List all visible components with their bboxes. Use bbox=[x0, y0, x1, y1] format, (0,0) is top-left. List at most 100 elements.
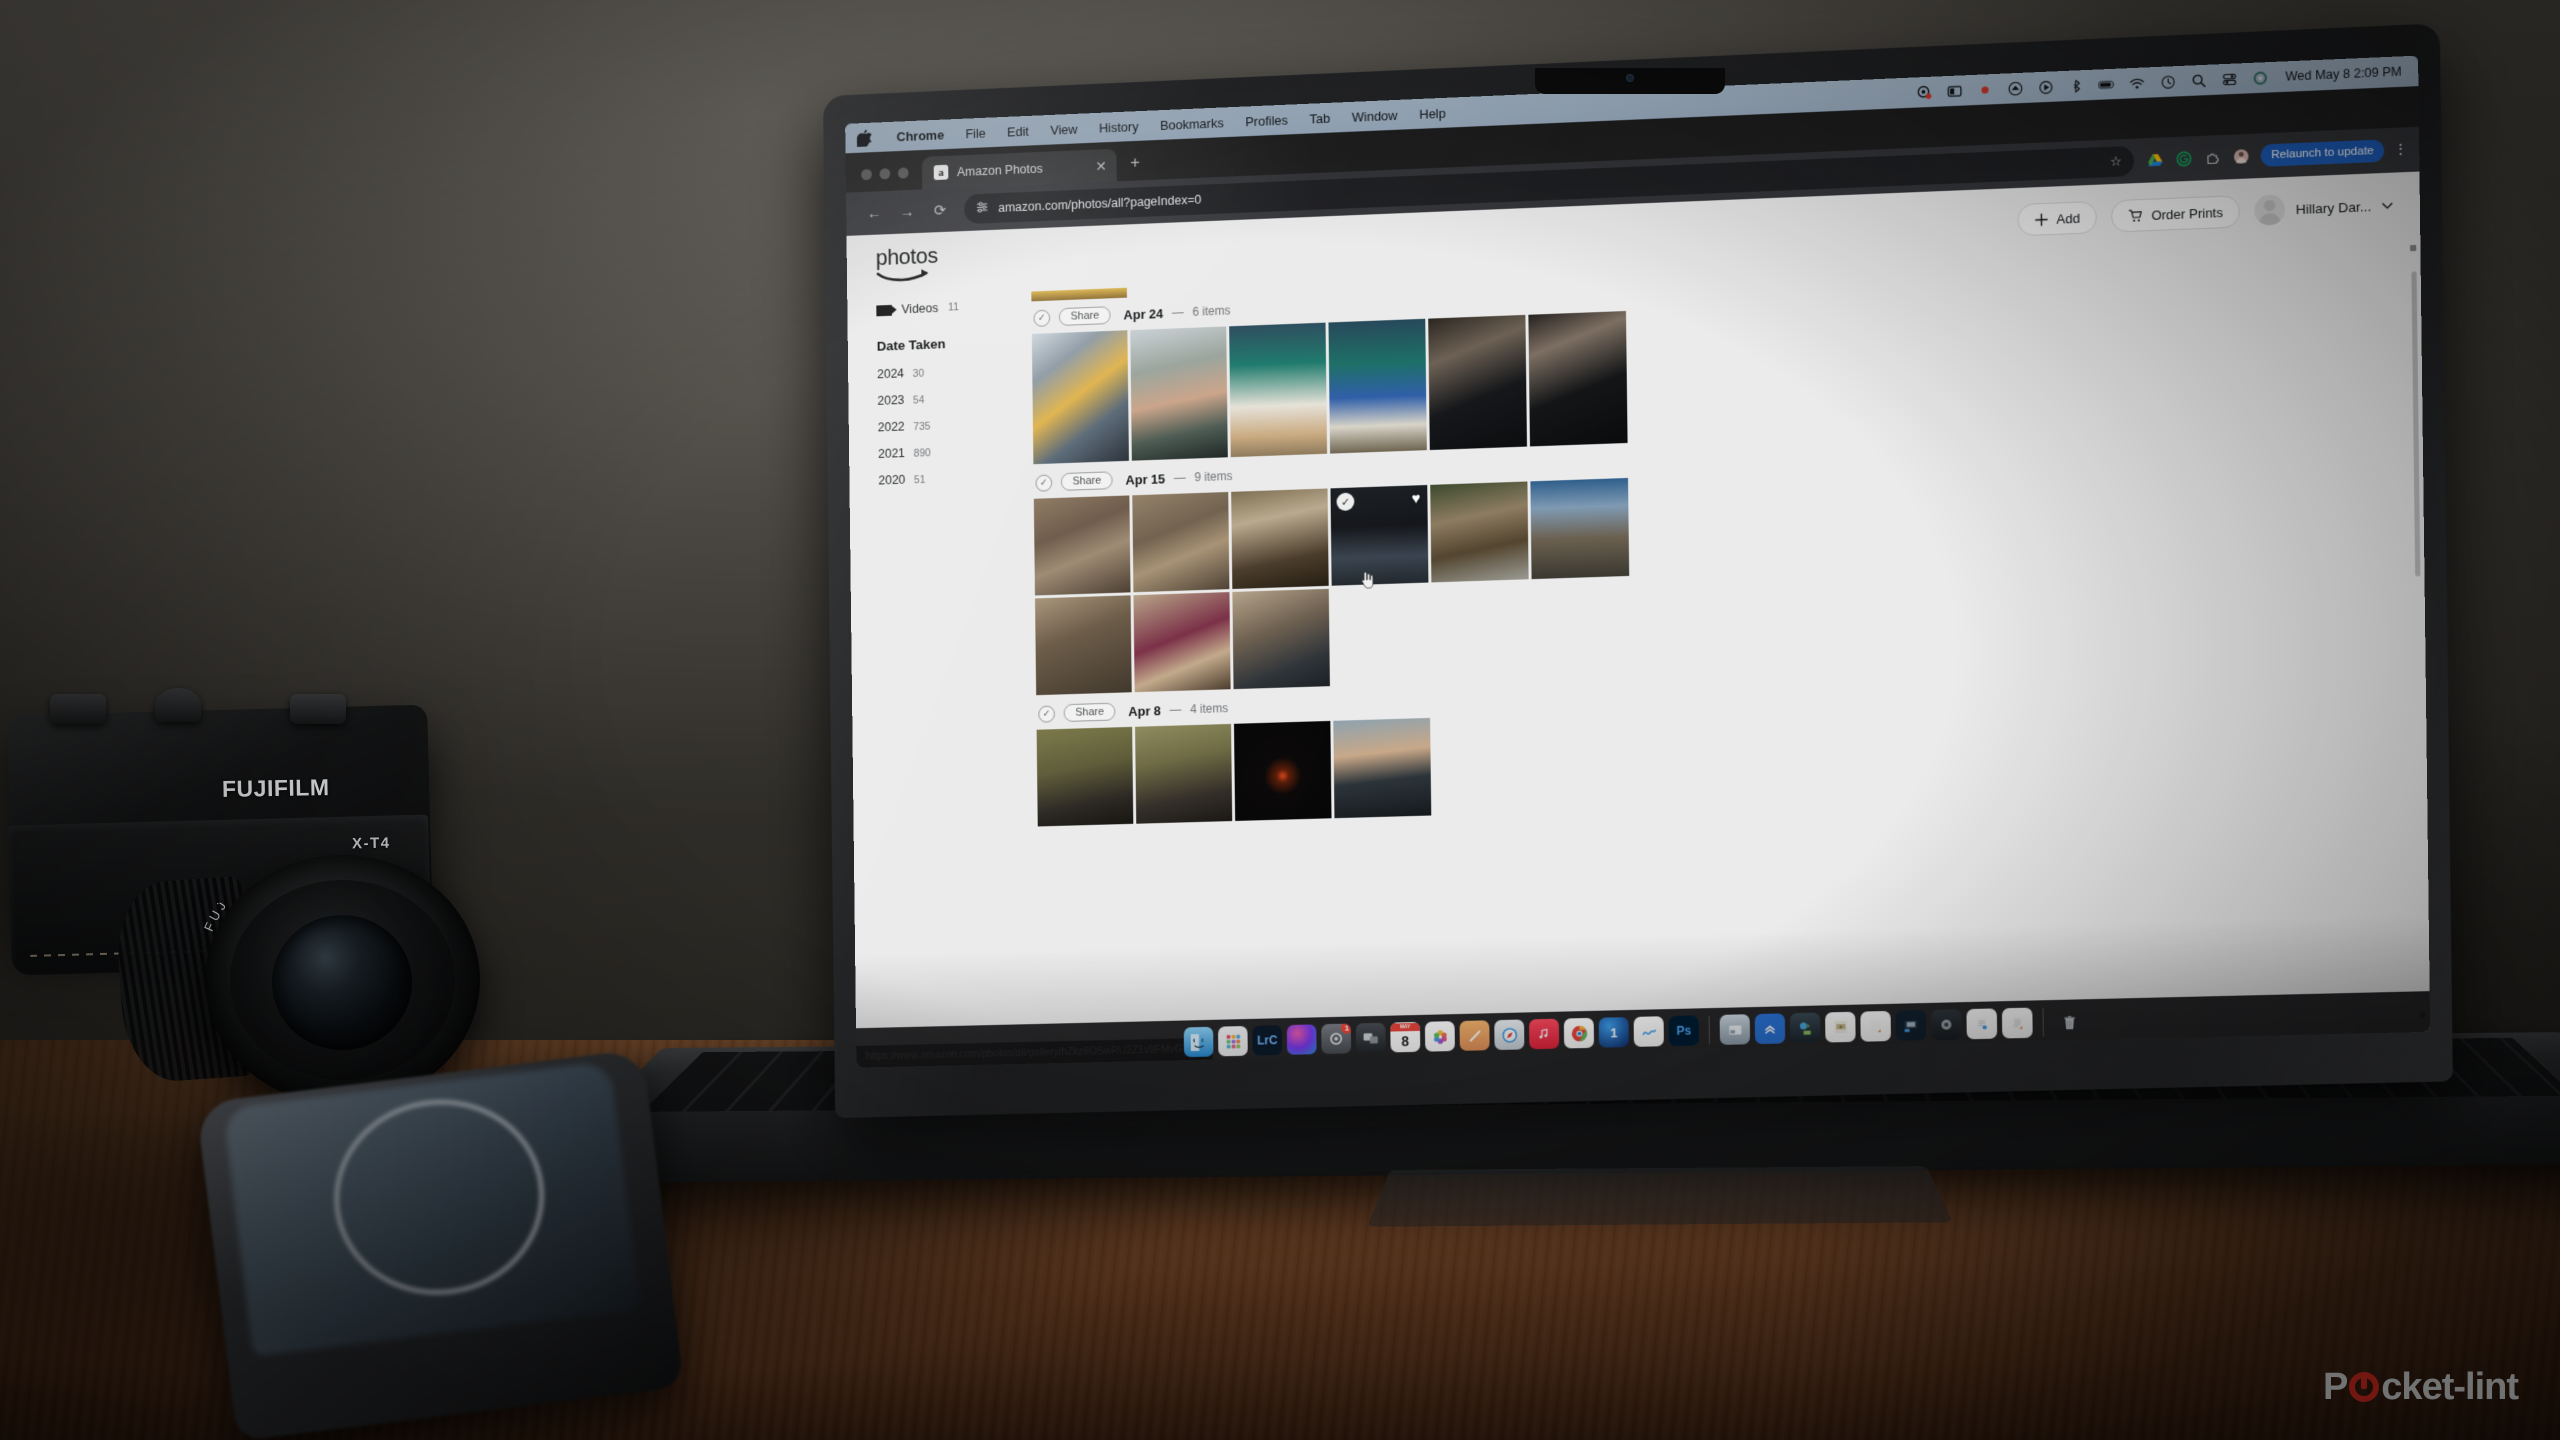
eclipse-sun-photo[interactable] bbox=[1233, 720, 1332, 821]
trash-icon[interactable] bbox=[2054, 1006, 2085, 1037]
boy-eclipse-glasses-photo[interactable] bbox=[1333, 717, 1432, 819]
order-prints-button[interactable]: Order Prints bbox=[2111, 195, 2241, 233]
wifi-icon[interactable] bbox=[2129, 74, 2147, 92]
eclipse-viewers-photo[interactable] bbox=[1036, 726, 1134, 827]
launchpad-icon[interactable] bbox=[1218, 1025, 1248, 1057]
screen-mirroring-icon[interactable] bbox=[1946, 82, 1963, 100]
close-window-button[interactable] bbox=[861, 168, 872, 181]
woods-stream-photo[interactable] bbox=[1035, 595, 1132, 696]
document-pages-icon[interactable] bbox=[1966, 1008, 1998, 1040]
laptop-trackpad[interactable] bbox=[1367, 1166, 1953, 1227]
eclipse-viewers-2-photo[interactable] bbox=[1135, 723, 1233, 824]
app-folder-icon[interactable] bbox=[1931, 1009, 1962, 1041]
safari-icon[interactable] bbox=[1494, 1019, 1525, 1051]
toddler-creek-2-photo[interactable] bbox=[1132, 491, 1230, 593]
favorite-heart-icon[interactable]: ♥ bbox=[1412, 490, 1421, 507]
google-drive-icon[interactable] bbox=[2146, 151, 2165, 170]
minimize-window-button[interactable] bbox=[879, 168, 891, 180]
new-tab-button[interactable]: + bbox=[1116, 152, 1151, 181]
boy-mural-2-photo[interactable] bbox=[1328, 318, 1427, 454]
zoom-window-button[interactable] bbox=[897, 167, 909, 179]
document-blank-icon[interactable] bbox=[1860, 1010, 1891, 1042]
reload-button[interactable]: ⟳ bbox=[923, 195, 956, 226]
site-settings-icon[interactable] bbox=[976, 200, 989, 216]
now-playing-icon[interactable] bbox=[2037, 78, 2054, 96]
boy-shushing-photo[interactable] bbox=[1231, 488, 1329, 589]
scrollbar-up-arrow[interactable] bbox=[2410, 244, 2417, 252]
relaunch-to-update-button[interactable]: Relaunch to update bbox=[2260, 139, 2385, 167]
sidebar-item-year-2024[interactable]: 2024 30 bbox=[877, 362, 1032, 381]
user-menu[interactable]: Hillary Dar... bbox=[2254, 190, 2394, 226]
extensions-puzzle-icon[interactable] bbox=[2204, 148, 2223, 167]
calendar-icon[interactable]: MAY 8 bbox=[1390, 1021, 1421, 1053]
girl-sunglasses-photo[interactable] bbox=[1428, 314, 1527, 451]
sidebar-item-year-2021[interactable]: 2021 890 bbox=[878, 442, 1033, 461]
screen-recording-icon[interactable] bbox=[1916, 83, 1933, 101]
amazon-photos-logo[interactable]: photos bbox=[876, 243, 939, 285]
apple-logo-icon[interactable] bbox=[856, 129, 873, 147]
menubar-item-tab[interactable]: Tab bbox=[1299, 110, 1341, 126]
messages-icon[interactable] bbox=[1355, 1022, 1386, 1054]
share-button[interactable]: Share bbox=[1063, 702, 1116, 723]
record-dot-icon[interactable] bbox=[1976, 81, 1993, 99]
battery-icon[interactable] bbox=[2098, 75, 2116, 93]
share-button[interactable]: Share bbox=[1058, 306, 1112, 326]
profile-avatar-icon[interactable] bbox=[2232, 147, 2251, 166]
frost-branches-photo[interactable] bbox=[1031, 330, 1129, 465]
menubar-item-profiles[interactable]: Profiles bbox=[1234, 112, 1298, 129]
sidebar-item-year-2023[interactable]: 2023 54 bbox=[877, 388, 1032, 408]
star-icon[interactable]: ☆ bbox=[2110, 153, 2122, 170]
boy-marshmallow-photo[interactable] bbox=[1232, 588, 1330, 690]
creek-blue-sky-photo[interactable] bbox=[1530, 477, 1630, 580]
check-circle-icon[interactable]: ✓ bbox=[1033, 309, 1051, 327]
share-button[interactable]: Share bbox=[1060, 471, 1114, 491]
time-machine-icon[interactable] bbox=[2159, 73, 2177, 91]
scrollbar-thumb[interactable] bbox=[2411, 271, 2421, 577]
girl-and-toddler-photo[interactable] bbox=[1133, 592, 1231, 693]
toddler-creek-photo[interactable] bbox=[1033, 495, 1131, 596]
finder-icon[interactable] bbox=[1183, 1026, 1214, 1058]
menubar-item-file[interactable]: File bbox=[955, 125, 997, 141]
boy-eating-photo[interactable] bbox=[1130, 326, 1228, 461]
back-button[interactable]: ← bbox=[858, 198, 891, 229]
chrome-icon[interactable] bbox=[1563, 1017, 1595, 1049]
grammarly-icon[interactable] bbox=[2175, 149, 2194, 168]
siri-icon[interactable] bbox=[1286, 1024, 1317, 1055]
menubar-item-bookmarks[interactable]: Bookmarks bbox=[1149, 115, 1234, 133]
menubar-item-help[interactable]: Help bbox=[1408, 105, 1456, 121]
menubar-clock[interactable]: Wed May 8 2:09 PM bbox=[2285, 64, 2401, 83]
photo-selected-check-icon[interactable]: ✓ bbox=[1336, 492, 1355, 512]
document-cash-icon[interactable] bbox=[1825, 1011, 1856, 1043]
one-password-icon[interactable]: 1 bbox=[1598, 1017, 1629, 1048]
preview-window-icon[interactable] bbox=[1719, 1014, 1751, 1045]
check-circle-icon[interactable]: ✓ bbox=[1038, 704, 1056, 723]
lightroom-classic-icon[interactable]: LrC bbox=[1252, 1025, 1283, 1056]
check-circle-icon[interactable]: ✓ bbox=[1035, 473, 1053, 492]
photos-icon[interactable] bbox=[1424, 1021, 1455, 1052]
menubar-item-view[interactable]: View bbox=[1040, 121, 1089, 137]
dark-woods-photo[interactable]: ✓ ♥ bbox=[1330, 484, 1429, 586]
chrome-menu-icon[interactable]: ⋮ bbox=[2394, 142, 2407, 157]
menubar-item-edit[interactable]: Edit bbox=[996, 123, 1039, 139]
control-center-icon[interactable] bbox=[2221, 70, 2239, 88]
menubar-item-chrome[interactable]: Chrome bbox=[886, 127, 955, 144]
transfer-icon[interactable] bbox=[1754, 1013, 1786, 1045]
system-settings-icon[interactable]: 1 bbox=[1321, 1023, 1352, 1055]
add-button[interactable]: Add bbox=[2017, 200, 2098, 237]
dropbox-icon[interactable] bbox=[2007, 79, 2024, 97]
chatgpt-icon[interactable] bbox=[2251, 69, 2269, 87]
menubar-item-window[interactable]: Window bbox=[1341, 107, 1409, 124]
sidebar-item-year-2022[interactable]: 2022 735 bbox=[878, 415, 1033, 435]
girl-sunglasses-2-photo[interactable] bbox=[1528, 311, 1628, 447]
document-text-icon[interactable] bbox=[2001, 1007, 2033, 1039]
sidebar-item-videos[interactable]: Videos 11 bbox=[876, 297, 1031, 317]
menubar-item-history[interactable]: History bbox=[1088, 119, 1149, 136]
creek-logs-photo[interactable] bbox=[1430, 481, 1529, 583]
freeform-icon[interactable] bbox=[1633, 1016, 1664, 1047]
boy-mural-photo[interactable] bbox=[1229, 322, 1328, 458]
window-traffic-lights[interactable] bbox=[857, 167, 922, 192]
close-tab-icon[interactable]: ✕ bbox=[1080, 158, 1107, 174]
network-download-icon[interactable] bbox=[1789, 1012, 1821, 1044]
music-icon[interactable] bbox=[1528, 1018, 1560, 1050]
notes-icon[interactable] bbox=[1459, 1020, 1490, 1051]
